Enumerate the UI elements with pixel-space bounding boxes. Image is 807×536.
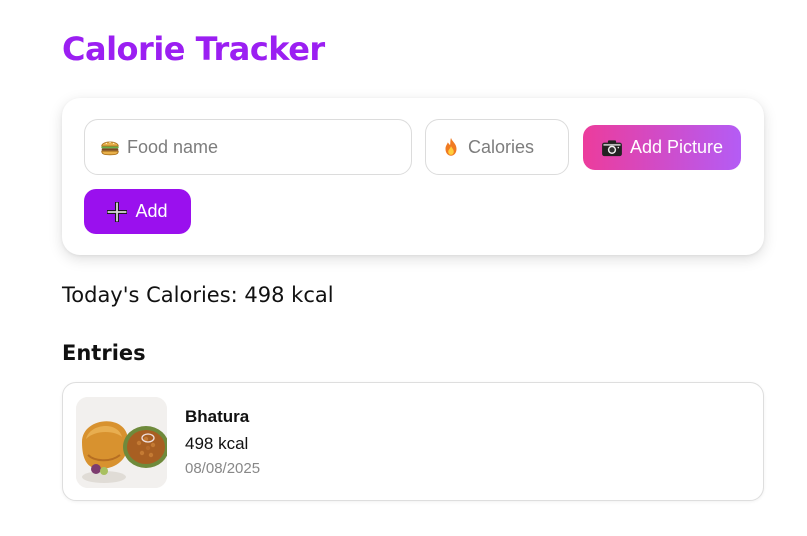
entry-thumbnail [76, 397, 167, 488]
entry-card: Bhatura 498 kcal 08/08/2025 [62, 382, 764, 501]
food-photo-icon [76, 397, 167, 488]
plus-icon [107, 201, 128, 222]
entry-name: Bhatura [185, 407, 250, 426]
food-name-field[interactable] [84, 119, 412, 175]
camera-icon [602, 139, 622, 156]
calorie-tracker-page: Calorie Tracker Food name Calories Add P… [0, 0, 807, 536]
entry-date: 08/08/2025 [185, 460, 261, 477]
add-entry-form: Add Picture Add [62, 98, 764, 255]
burger-icon [101, 141, 119, 156]
calories-input[interactable] [468, 120, 568, 174]
food-name-input[interactable] [127, 120, 411, 174]
entries-heading: Entries [62, 341, 146, 365]
add-picture-label: Add Picture [629, 137, 724, 157]
todays-calories: Today's Calories: 498 kcal [62, 283, 334, 307]
fire-icon [445, 137, 457, 156]
calories-field[interactable] [425, 119, 569, 175]
add-picture-button[interactable]: Add Picture [583, 125, 741, 170]
entry-calories: 498 kcal [185, 434, 249, 453]
add-label: Add [135, 201, 168, 221]
app-title: Calorie Tracker [62, 30, 325, 68]
add-button[interactable]: Add [84, 189, 191, 234]
